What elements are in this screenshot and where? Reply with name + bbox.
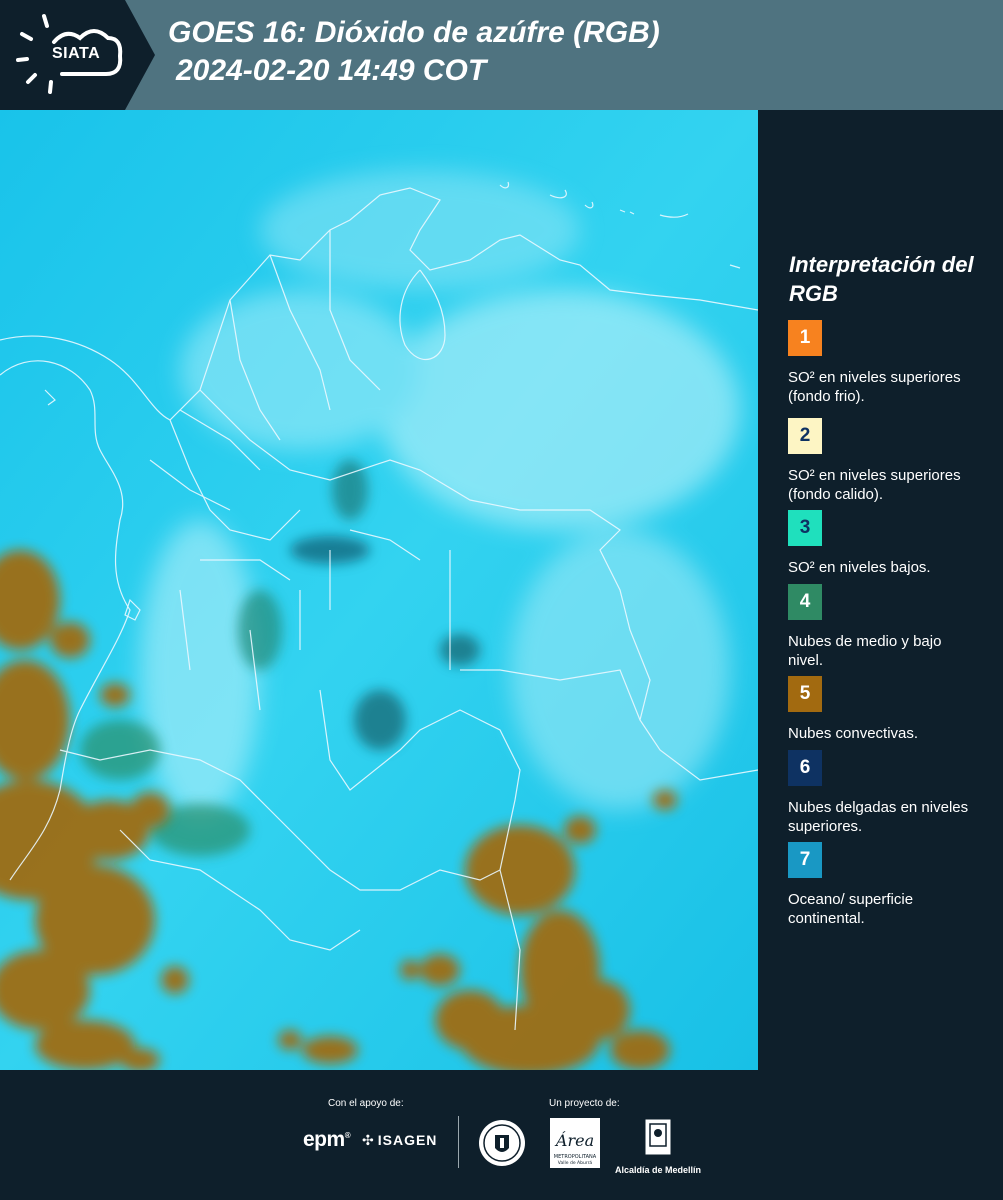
legend-swatch-2: 2 [788,418,822,454]
legend-label-6: Nubes delgadas en niveles superiores. [788,799,969,835]
legend-label-4: Nubes de medio y bajo nivel. [788,633,942,669]
legend-title: Interpretación del RGB [789,252,974,306]
legend-label-7: Oceano/ superficie continental. [788,891,914,927]
legend-item-2: 2 SO² en niveles superiores (fondo calid… [788,418,978,504]
svg-text:Valle de Aburrá: Valle de Aburrá [558,1159,593,1166]
footer: Con el apoyo de: Un proyecto de: epm® ✣ I… [0,1070,1003,1200]
area-metropolitana-logo[interactable]: Área METROPOLITANA Valle de Aburrá [550,1118,600,1173]
legend-label-1: SO² en niveles superiores (fondo frio). [788,369,961,405]
isagen-logo[interactable]: ✣ ISAGEN [362,1132,437,1149]
footer-divider [458,1116,459,1168]
support-label: Con el apoyo de: [328,1098,404,1109]
svg-text:METROPOLITANA: METROPOLITANA [554,1154,597,1160]
page-title: GOES 16: Dióxido de azúfre (RGB) 2024-02… [168,14,660,90]
legend-swatch-5: 5 [788,676,822,712]
legend-item-3: 3 SO² en niveles bajos. [788,510,978,577]
title-product: GOES 16: Dióxido de azúfre (RGB) [168,16,660,49]
legend-swatch-4: 4 [788,584,822,620]
legend-label-3: SO² en niveles bajos. [788,559,931,576]
legend-swatch-6: 6 [788,750,822,786]
legend-label-5: Nubes convectivas. [788,725,919,742]
area-metropolitana-icon: Área METROPOLITANA Valle de Aburrá [550,1118,600,1168]
legend-swatch-3: 3 [788,510,822,546]
alcaldia-shield-icon [644,1118,672,1156]
epm-logo[interactable]: epm® [303,1128,351,1152]
legend-panel: Interpretación del RGB 1 SO² en niveles … [758,110,1003,1070]
siata-logo-text: SIATA [52,45,101,62]
satellite-map[interactable] [0,110,758,1070]
alcaldia-label: Alcaldía de Medellín [614,1165,702,1175]
legend-item-7: 7 Oceano/ superficie continental. [788,842,978,928]
alcaldia-medellin-logo[interactable]: Alcaldía de Medellín [612,1118,704,1175]
legend-item-5: 5 Nubes convectivas. [788,676,978,743]
legend-swatch-1: 1 [788,320,822,356]
isagen-mark-icon: ✣ [362,1132,375,1148]
legend-swatch-7: 7 [788,842,822,878]
legend-item-1: 1 SO² en niveles superiores (fondo frio)… [788,320,978,406]
header: SIATA GOES 16: Dióxido de azúfre (RGB) 2… [0,0,1003,110]
legend-label-2: SO² en niveles superiores (fondo calido)… [788,467,961,503]
legend-item-4: 4 Nubes de medio y bajo nivel. [788,584,978,670]
siata-logo[interactable]: SIATA [0,0,155,110]
project-label: Un proyecto de: [549,1098,620,1109]
legend-item-6: 6 Nubes delgadas en niveles superiores. [788,750,978,836]
title-timestamp: 2024-02-20 14:49 COT [176,54,487,87]
svg-text:Área: Área [554,1130,594,1150]
medellin-seal-icon[interactable] [477,1118,527,1168]
